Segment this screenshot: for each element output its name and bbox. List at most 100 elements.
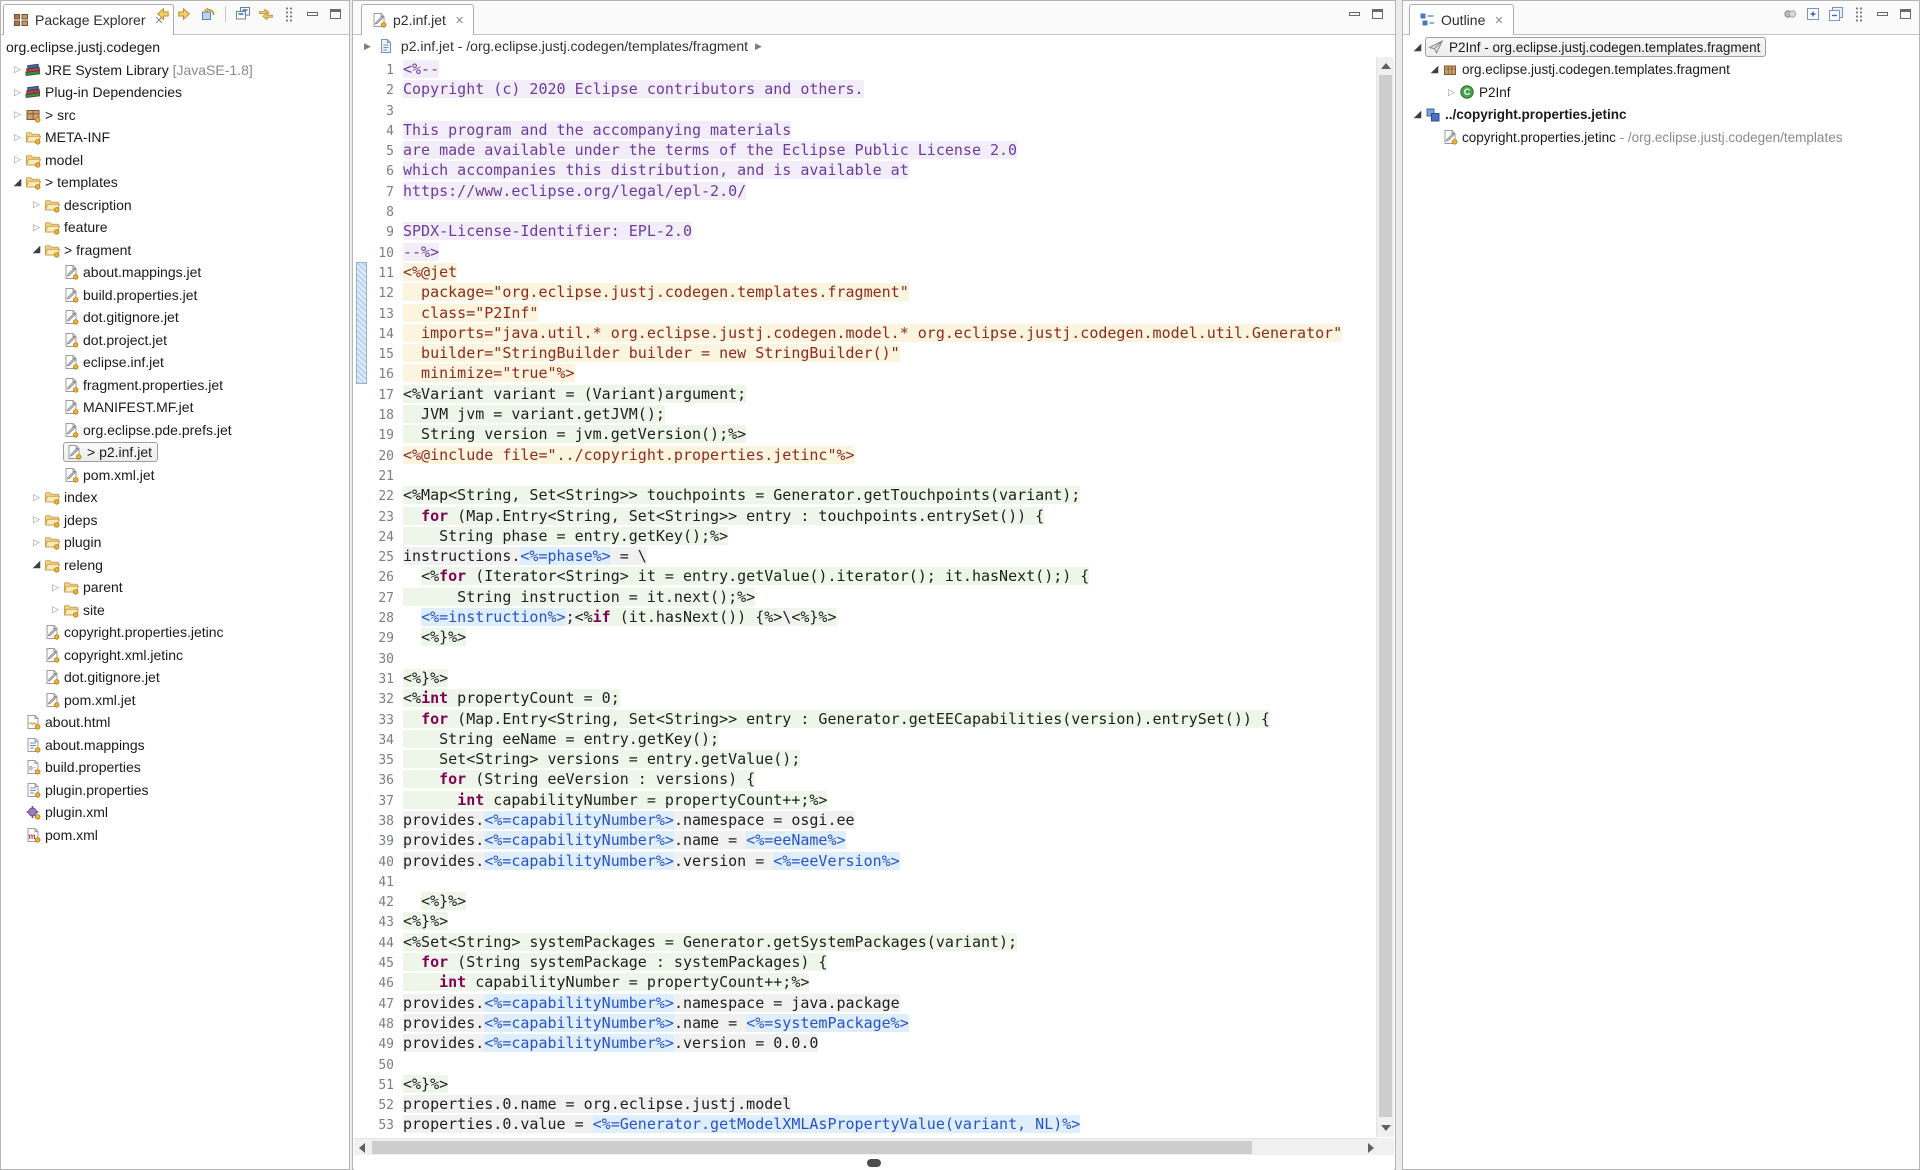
tree-item[interactable]: ◢P2Inf - org.eclipse.justj.codegen.templ…	[1404, 36, 1918, 59]
code-line[interactable]: 27 String instruction = it.next();%>	[354, 587, 1379, 607]
code-line[interactable]: 32<%int propertyCount = 0;	[354, 688, 1379, 708]
code-line[interactable]: 22<%Map<String, Set<String>> touchpoints…	[354, 485, 1379, 505]
tree-item[interactable]: ▷JRE System Library [JavaSE-1.8]	[2, 59, 348, 82]
minimize-icon[interactable]	[304, 6, 320, 22]
chevron-collapsed-icon[interactable]: ▷	[10, 87, 25, 98]
code-line[interactable]: 2Copyright (c) 2020 Eclipse contributors…	[354, 79, 1379, 99]
tree-item[interactable]: ▷jdeps	[2, 509, 348, 532]
code-line[interactable]: 19 String version = jvm.getVersion();%>	[354, 424, 1379, 444]
tree-item[interactable]: dot.gitignore.jet	[2, 666, 348, 689]
tree-item[interactable]: pom.xml.jet	[2, 464, 348, 487]
code-line[interactable]: 50	[354, 1054, 1379, 1074]
tree-item[interactable]: dot.project.jet	[2, 329, 348, 352]
tree-item[interactable]: about.mappings	[2, 734, 348, 757]
code-line[interactable]: 11<%@jet	[354, 262, 1379, 282]
maximize-icon[interactable]	[1897, 6, 1913, 22]
scroll-up-icon[interactable]	[1381, 63, 1391, 69]
tab-p2-inf-jet[interactable]: p2.inf.jet ✕	[361, 4, 474, 35]
chevron-expanded-icon[interactable]: ◢	[1410, 42, 1425, 53]
tree-item[interactable]: ▷plugin	[2, 531, 348, 554]
tree-item[interactable]: ▷feature	[2, 216, 348, 239]
code-line[interactable]: 40provides.<%=capabilityNumber%>.version…	[354, 851, 1379, 871]
maximize-icon[interactable]	[327, 6, 343, 22]
chevron-collapsed-icon[interactable]: ▷	[10, 64, 25, 75]
code-line[interactable]: 52properties.0.name = org.eclipse.justj.…	[354, 1094, 1379, 1114]
tree-item[interactable]: ◢> templates	[2, 171, 348, 194]
tree-item[interactable]: fragment.properties.jet	[2, 374, 348, 397]
expand-all-icon[interactable]	[1805, 6, 1821, 22]
tree-item[interactable]: about.mappings.jet	[2, 261, 348, 284]
code-line[interactable]: 17<%Variant variant = (Variant)argument;	[354, 384, 1379, 404]
code-line[interactable]: 16 minimize="true"%>	[354, 363, 1379, 383]
code-line[interactable]: 53properties.0.value = <%=Generator.getM…	[354, 1114, 1379, 1134]
collapse-all-icon[interactable]	[235, 6, 251, 22]
horizontal-scrollbar[interactable]	[354, 1138, 1379, 1156]
chevron-collapsed-icon[interactable]: ▷	[48, 582, 63, 593]
code-line[interactable]: 30	[354, 648, 1379, 668]
code-line[interactable]: 26 <%for (Iterator<String> it = entry.ge…	[354, 566, 1379, 586]
focus-icon[interactable]	[1782, 6, 1798, 22]
link-with-editor-icon[interactable]	[258, 6, 274, 22]
tree-item[interactable]: ▷Plug-in Dependencies	[2, 81, 348, 104]
chevron-collapsed-icon[interactable]: ▷	[29, 492, 44, 503]
tree-item[interactable]: copyright.xml.jetinc	[2, 644, 348, 667]
scroll-left-icon[interactable]	[359, 1143, 365, 1153]
tree-item[interactable]: ◢../copyright.properties.jetinc	[1404, 104, 1918, 127]
code-line[interactable]: 42 <%}%>	[354, 891, 1379, 911]
tree-item[interactable]: ▷META-INF	[2, 126, 348, 149]
code-line[interactable]: 44<%Set<String> systemPackages = Generat…	[354, 932, 1379, 952]
tree-item[interactable]: ▷description	[2, 194, 348, 217]
tree-item[interactable]: build.properties.jet	[2, 284, 348, 307]
code-line[interactable]: 36 for (String eeVersion : versions) {	[354, 769, 1379, 789]
code-line[interactable]: 39provides.<%=capabilityNumber%>.name = …	[354, 830, 1379, 850]
chevron-expanded-icon[interactable]: ◢	[1410, 109, 1425, 120]
tree-item[interactable]: copyright.properties.jetinc	[2, 621, 348, 644]
chevron-collapsed-icon[interactable]: ▷	[10, 109, 25, 120]
code-line[interactable]: 12 package="org.eclipse.justj.codegen.te…	[354, 282, 1379, 302]
code-line[interactable]: 7https://www.eclipse.org/legal/epl-2.0/	[354, 181, 1379, 201]
code-line[interactable]: 18 JVM jvm = variant.getJVM();	[354, 404, 1379, 424]
tree-item[interactable]: about.html	[2, 711, 348, 734]
code-line[interactable]: 35 Set<String> versions = entry.getValue…	[354, 749, 1379, 769]
tree-item[interactable]: plugin.properties	[2, 779, 348, 802]
code-line[interactable]: 46 int capabilityNumber = propertyCount+…	[354, 972, 1379, 992]
code-line[interactable]: 34 String eeName = entry.getKey();	[354, 729, 1379, 749]
tree-item[interactable]: ▷model	[2, 149, 348, 172]
tree-item[interactable]: > p2.inf.jet	[2, 441, 348, 464]
code-line[interactable]: 4This program and the accompanying mater…	[354, 120, 1379, 140]
chevron-collapsed-icon[interactable]: ▷	[29, 199, 44, 210]
code-line[interactable]: 49provides.<%=capabilityNumber%>.version…	[354, 1033, 1379, 1053]
tree-item[interactable]: 0:build.properties	[2, 756, 348, 779]
tree-item[interactable]: mpom.xml	[2, 824, 348, 847]
tree-item[interactable]: ▷site	[2, 599, 348, 622]
chevron-collapsed-icon[interactable]: ▷	[29, 222, 44, 233]
tree-item[interactable]: ▷index	[2, 486, 348, 509]
tree-item[interactable]: ▷parent	[2, 576, 348, 599]
code-line[interactable]: 6which accompanies this distribution, an…	[354, 160, 1379, 180]
maximize-icon[interactable]	[1369, 6, 1385, 22]
tree-item[interactable]: eclipse.inf.jet	[2, 351, 348, 374]
tab-package-explorer[interactable]: Package Explorer ✕	[3, 4, 174, 35]
close-icon[interactable]: ✕	[455, 14, 464, 27]
code-line[interactable]: 47provides.<%=capabilityNumber%>.namespa…	[354, 993, 1379, 1013]
code-line[interactable]: 38provides.<%=capabilityNumber%>.namespa…	[354, 810, 1379, 830]
chevron-collapsed-icon[interactable]: ▷	[10, 154, 25, 165]
vertical-scroll-thumb[interactable]	[1379, 75, 1392, 1117]
code-editor[interactable]: 1<%--2Copyright (c) 2020 Eclipse contrib…	[354, 57, 1379, 1137]
code-line[interactable]: 51<%}%>	[354, 1074, 1379, 1094]
code-line[interactable]: 20<%@include file="../copyright.properti…	[354, 445, 1379, 465]
vertical-scrollbar[interactable]	[1376, 57, 1394, 1137]
chevron-collapsed-icon[interactable]: ▷	[29, 514, 44, 525]
scroll-right-icon[interactable]	[1368, 1143, 1374, 1153]
view-menu-icon[interactable]	[281, 6, 297, 22]
code-line[interactable]: 5are made available under the terms of t…	[354, 140, 1379, 160]
view-menu-icon[interactable]	[1851, 6, 1867, 22]
minimize-icon[interactable]	[1874, 6, 1890, 22]
code-line[interactable]: 28 <%=instruction%>;<%if (it.hasNext()) …	[354, 607, 1379, 627]
breadcrumb-expand-icon[interactable]: ▶	[364, 41, 371, 52]
code-line[interactable]: 14 imports="java.util.* org.eclipse.just…	[354, 323, 1379, 343]
back-icon[interactable]	[154, 6, 170, 22]
code-line[interactable]: 21	[354, 465, 1379, 485]
tree-item[interactable]: ▷> src	[2, 104, 348, 127]
chevron-expanded-icon[interactable]: ◢	[29, 244, 44, 255]
